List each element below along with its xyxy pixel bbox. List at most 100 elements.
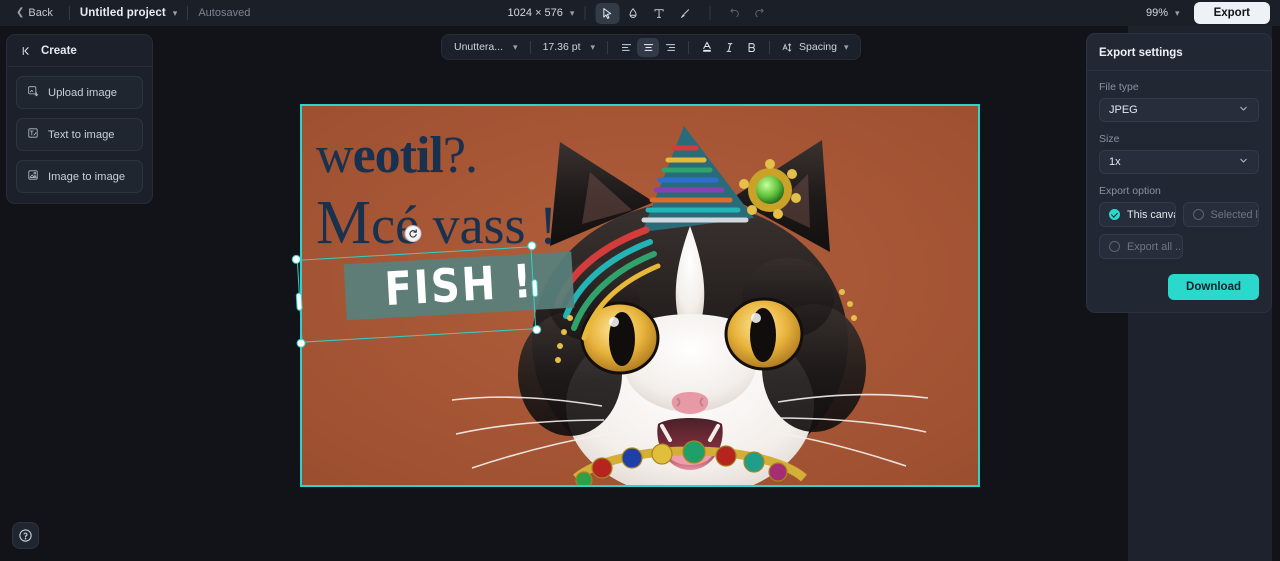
headline-part-a: w bbox=[316, 127, 354, 184]
size-value: 1x bbox=[1109, 156, 1121, 168]
radio-unselected-icon bbox=[1109, 241, 1120, 252]
file-type-select[interactable]: JPEG bbox=[1099, 98, 1259, 122]
create-panel: Create Upload image Text to image Image … bbox=[6, 34, 153, 204]
divider bbox=[584, 6, 586, 20]
resize-handle-left[interactable] bbox=[295, 292, 303, 311]
redo-button[interactable] bbox=[748, 3, 772, 24]
selection-outline bbox=[296, 246, 537, 343]
align-center-icon bbox=[643, 43, 653, 51]
spacing-selector[interactable]: Spacing ▾ bbox=[777, 39, 852, 56]
selection-frame[interactable] bbox=[291, 224, 542, 348]
brush-tool[interactable] bbox=[673, 3, 697, 24]
align-center-button[interactable] bbox=[637, 37, 660, 57]
align-left-icon bbox=[621, 43, 631, 51]
export-option-label-2: Export all ... bbox=[1127, 240, 1183, 253]
divider bbox=[529, 40, 531, 54]
top-bar-left: ❮ Back Untitled project ▾ Autosaved bbox=[0, 4, 250, 22]
poster-headline: weotil?. Mcé vass ! bbox=[316, 127, 557, 255]
chevron-down-icon[interactable]: ▾ bbox=[173, 8, 178, 19]
headline-line2-cap: M bbox=[316, 189, 372, 257]
chevron-down-icon: ▾ bbox=[513, 41, 518, 52]
text-color-button[interactable] bbox=[696, 38, 718, 57]
font-family-value: Unuttera... bbox=[454, 41, 504, 53]
bold-icon bbox=[748, 42, 755, 52]
align-right-button[interactable] bbox=[659, 38, 681, 57]
undo-button[interactable] bbox=[722, 3, 746, 24]
sidebar-item-label: Text to image bbox=[48, 128, 115, 141]
chevron-down-icon bbox=[1238, 155, 1249, 169]
italic-button[interactable] bbox=[718, 38, 740, 57]
top-bar-right: 99% ▾ Export bbox=[1146, 2, 1270, 24]
size-label: Size bbox=[1099, 133, 1120, 145]
help-icon bbox=[19, 529, 32, 542]
radio-selected-icon bbox=[1109, 209, 1120, 220]
poster-headline-line2: Mcé vass ! bbox=[316, 192, 557, 254]
export-settings-title: Export settings bbox=[1099, 47, 1183, 59]
divider bbox=[769, 40, 771, 54]
zoom-level: 99% bbox=[1146, 7, 1169, 19]
back-button-label: Back bbox=[28, 7, 53, 19]
bold-button[interactable] bbox=[740, 38, 762, 57]
file-type-value: JPEG bbox=[1109, 104, 1138, 116]
text-to-image-icon bbox=[27, 127, 39, 142]
divider bbox=[607, 40, 609, 54]
font-size-selector[interactable]: 17.36 pt ▾ bbox=[538, 38, 600, 56]
font-size-value: 17.36 pt bbox=[542, 41, 581, 53]
tool-group bbox=[595, 2, 772, 24]
text-color-icon bbox=[703, 41, 711, 52]
export-settings-popup: Export settings File type JPEG Size 1x E… bbox=[1086, 33, 1272, 313]
align-left-button[interactable] bbox=[615, 38, 637, 57]
resize-handle-right[interactable] bbox=[530, 278, 538, 297]
export-option-label-1: Selected l... bbox=[1210, 208, 1259, 221]
export-settings-header: Export settings bbox=[1087, 34, 1271, 71]
file-type-label: File type bbox=[1099, 81, 1139, 93]
sidebar-item-image-to-image[interactable]: Image to image bbox=[16, 160, 143, 193]
spacing-icon bbox=[782, 42, 792, 52]
chevron-down-icon: ▾ bbox=[1175, 7, 1180, 18]
divider bbox=[688, 40, 690, 54]
sidebar-item-label: Upload image bbox=[48, 86, 118, 99]
export-option-export-all[interactable]: Export all ... bbox=[1099, 234, 1183, 259]
font-family-selector[interactable]: Unuttera... ▾ bbox=[449, 38, 523, 56]
headline-part-b: eotil bbox=[352, 127, 444, 184]
sidebar-item-text-to-image[interactable]: Text to image bbox=[16, 118, 143, 151]
project-name[interactable]: Untitled project bbox=[80, 7, 166, 19]
size-select[interactable]: 1x bbox=[1099, 150, 1259, 174]
image-to-image-icon bbox=[27, 169, 39, 184]
back-button[interactable]: ❮ Back bbox=[10, 4, 59, 22]
text-format-toolbar: Unuttera... ▾ 17.36 pt ▾ Spacing ▾ bbox=[441, 34, 861, 60]
sidebar-item-upload-image[interactable]: Upload image bbox=[16, 76, 143, 109]
download-button[interactable]: Download bbox=[1168, 274, 1259, 300]
select-tool[interactable] bbox=[595, 2, 620, 24]
align-right-icon bbox=[665, 43, 675, 51]
editor-app: ❮ Back Untitled project ▾ Autosaved 1024… bbox=[0, 0, 1280, 561]
italic-icon bbox=[726, 42, 732, 52]
export-button[interactable]: Export bbox=[1193, 2, 1270, 24]
top-bar: ❮ Back Untitled project ▾ Autosaved 1024… bbox=[0, 0, 1280, 26]
export-option-this-canvas[interactable]: This canvas bbox=[1099, 202, 1176, 227]
divider bbox=[709, 6, 711, 20]
upload-image-icon bbox=[27, 85, 39, 100]
export-option-label: Export option bbox=[1099, 185, 1161, 197]
export-option-selected-layers[interactable]: Selected l... bbox=[1182, 202, 1259, 227]
create-panel-title: Create bbox=[41, 45, 77, 57]
eraser-tool[interactable] bbox=[621, 3, 645, 24]
create-panel-header[interactable]: Create bbox=[7, 35, 152, 67]
headline-part-c: ?. bbox=[442, 127, 478, 184]
zoom-selector[interactable]: 99% ▾ bbox=[1146, 7, 1180, 19]
help-button[interactable] bbox=[12, 522, 39, 549]
chevron-left-icon: ❮ bbox=[16, 7, 25, 18]
collapse-panel-icon bbox=[22, 46, 29, 56]
export-settings-body: File type JPEG Size 1x Export option Thi… bbox=[1087, 71, 1271, 312]
chevron-down-icon: ▾ bbox=[590, 41, 596, 52]
export-option-row-1: This canvas Selected l... bbox=[1099, 202, 1259, 227]
top-bar-center: 1024 × 576 ▾ bbox=[508, 2, 773, 24]
chevron-down-icon bbox=[1238, 103, 1249, 117]
canvas-size-value: 1024 × 576 bbox=[507, 7, 563, 19]
sidebar-item-label: Image to image bbox=[48, 170, 126, 183]
export-option-label-0: This canvas bbox=[1127, 208, 1175, 221]
canvas-size-selector[interactable]: 1024 × 576 ▾ bbox=[508, 7, 575, 19]
text-tool[interactable] bbox=[647, 3, 671, 24]
export-option-row-2: Export all ... bbox=[1099, 234, 1259, 259]
